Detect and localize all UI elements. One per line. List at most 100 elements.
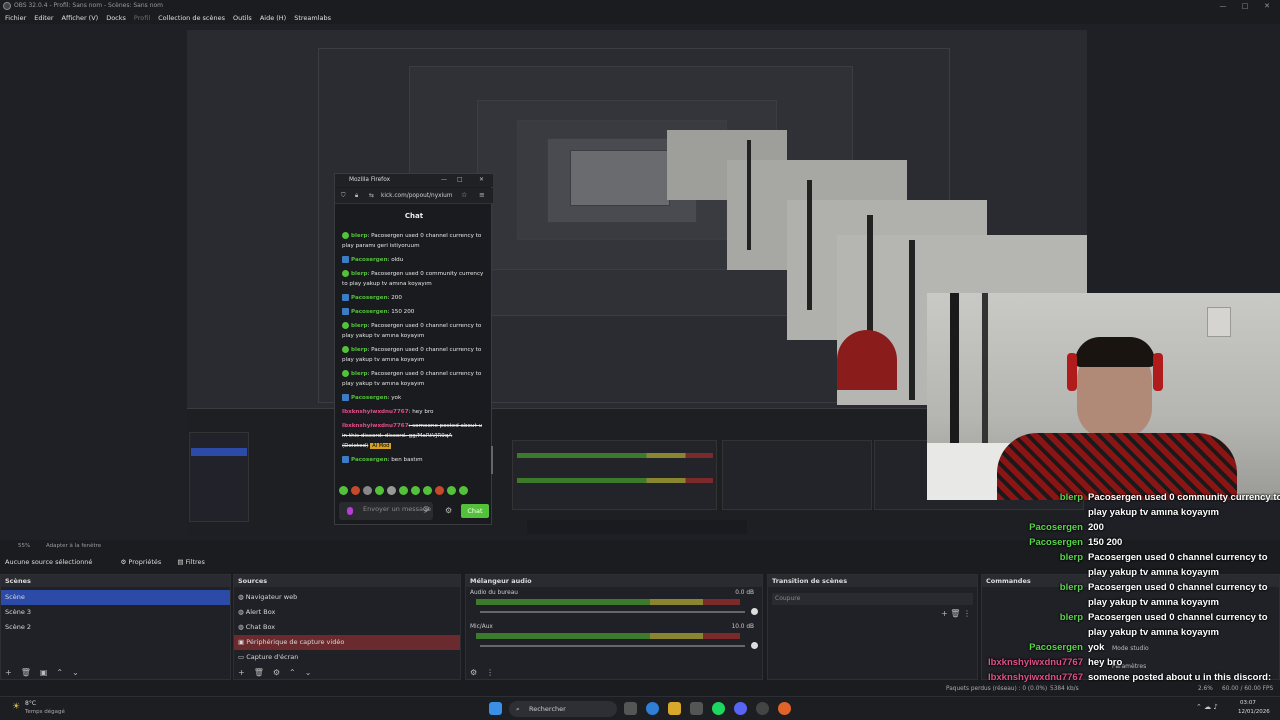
chevron-down-icon[interactable]: ⌄ [305,668,312,677]
discord-icon[interactable] [734,702,747,715]
more-icon[interactable]: ⋮ [486,668,494,677]
trash-icon[interactable]: 🗑︎ [21,668,31,677]
task-view-icon[interactable] [624,702,637,715]
volume-meter [476,599,740,605]
emote-icon[interactable] [375,486,384,495]
chat-scrollbar[interactable] [491,446,493,474]
file-explorer-icon[interactable] [668,702,681,715]
chat-username[interactable]: Pacosergen [351,395,388,401]
chat-username[interactable]: blerp [351,233,367,239]
source-item[interactable]: ◍ Navigateur web [234,590,460,605]
emote-icon[interactable] [459,486,468,495]
send-chat-button[interactable]: Chat [461,504,489,518]
close-button[interactable]: ✕ [1257,0,1277,12]
store-icon[interactable] [690,702,703,715]
chevron-down-icon[interactable]: ⌄ [72,668,79,677]
menu-icon[interactable]: ≡ [479,191,485,199]
emote-icon[interactable] [435,486,444,495]
firefox-maximize-button[interactable]: □ [457,176,463,183]
menu-editer[interactable]: Editer [34,12,53,24]
add-icon[interactable]: + [5,668,12,677]
obs-icon[interactable] [756,702,769,715]
source-item[interactable]: ▣ Périphérique de capture vidéo [234,635,460,650]
emote-icon[interactable] [411,486,420,495]
address-bar[interactable]: ⛉ 🔒︎ ⇆ kick.com/popout/nyxium ☆ ≡ [335,188,493,204]
emote-icon[interactable] [447,486,456,495]
mixer-channel: Mic/Aux 10.0 dB [466,621,762,655]
chat-username[interactable]: Pacosergen [351,295,388,301]
spotify-icon[interactable] [712,702,725,715]
menu-outils[interactable]: Outils [233,12,252,24]
edge-icon[interactable] [646,702,659,715]
trash-icon[interactable]: 🗑︎ [254,668,264,677]
filters-icon[interactable]: ▤ [177,558,183,566]
chat-username[interactable]: blerp [351,271,367,277]
zoom-level[interactable]: 55% [18,543,30,549]
chat-username[interactable]: blerp [351,323,367,329]
source-item[interactable]: ▭ Capture d'écran [234,650,460,665]
scene-item[interactable]: Scène 2 [1,620,230,635]
volume-slider-knob[interactable] [751,642,758,649]
gear-icon[interactable]: ⚙ [470,668,477,677]
volume-slider[interactable] [480,645,745,647]
source-item[interactable]: ◍ Chat Box [234,620,460,635]
menu-streamlabs[interactable]: Streamlabs [294,12,331,24]
emote-icon[interactable] [351,486,360,495]
fit-window-option[interactable]: Adapter à la fenêtre [46,543,101,549]
volume-slider[interactable] [480,611,745,613]
windows-start-icon[interactable] [489,702,502,715]
menu-fichier[interactable]: Fichier [5,12,26,24]
overlay-text: play yakup tv amına koyayım [1088,627,1219,638]
chat-username[interactable]: blerp [351,347,367,353]
bookmark-star-icon[interactable]: ☆ [461,191,467,199]
scene-item[interactable]: Scène 3 [1,605,230,620]
menu-afficher[interactable]: Afficher (V) [62,12,99,24]
properties-icon[interactable]: ⚙ [121,558,127,566]
clock-date[interactable]: 12/01/2026 [1238,709,1270,715]
chat-settings-icon[interactable]: ⚙ [445,506,452,515]
scenes-title: Scènes [1,575,230,587]
chat-message: Ibxknshyiwxdnu7767: hey bro [341,407,487,417]
emote-icon[interactable] [339,486,348,495]
firefox-minimize-button[interactable]: — [441,176,447,183]
channel-db: 0.0 dB [735,590,754,596]
scene-item[interactable]: Scène [1,590,230,605]
gear-icon[interactable]: ⚙ [273,668,280,677]
chat-username[interactable]: Pacosergen [351,257,388,263]
emote-icon[interactable] [363,486,372,495]
chat-username[interactable]: Ibxknshyiwxdnu7767 [342,423,409,429]
firefox-close-button[interactable]: ✕ [479,176,484,183]
emoji-icon[interactable]: ☺ [423,506,429,514]
menu-docks[interactable]: Docks [106,12,126,24]
filter-icon[interactable]: ▣ [40,668,48,677]
emote-bar[interactable] [339,486,489,496]
chat-username[interactable]: blerp [351,371,367,377]
firefox-taskbar-icon[interactable] [778,702,791,715]
filters-button[interactable]: Filtres [186,558,205,566]
tray-icons[interactable]: ⌃ ☁ ♪ [1196,703,1218,711]
chevron-up-icon[interactable]: ⌃ [289,668,296,677]
menu-collection[interactable]: Collection de scènes [158,12,225,24]
add-icon[interactable]: + [238,668,245,677]
emote-icon[interactable] [399,486,408,495]
weather-temp: 8°C [25,700,37,707]
clock-time[interactable]: 03:07 [1240,700,1256,706]
taskbar-search[interactable]: ⌕ Rechercher [509,701,617,717]
camera-icon: ▣ [238,638,247,646]
chevron-up-icon[interactable]: ⌃ [56,668,63,677]
source-item[interactable]: ◍ Alert Box [234,605,460,620]
chat-username[interactable]: Ibxknshyiwxdnu7767 [342,409,409,415]
volume-slider-knob[interactable] [751,608,758,615]
minimize-button[interactable]: — [1213,0,1233,12]
lock-icon: 🔒︎ [355,192,359,199]
maximize-button[interactable]: □ [1235,0,1255,12]
chat-message-input[interactable]: Envoyer un message ☺ [339,502,433,520]
emote-icon[interactable] [387,486,396,495]
chat-username[interactable]: Pacosergen [351,457,388,463]
chat-username[interactable]: Pacosergen [351,309,388,315]
menu-aide[interactable]: Aide (H) [260,12,286,24]
properties-button[interactable]: Propriétés [128,558,161,566]
emote-icon[interactable] [423,486,432,495]
menu-profil[interactable]: Profil [134,12,150,24]
user-badge-icon [342,256,349,263]
